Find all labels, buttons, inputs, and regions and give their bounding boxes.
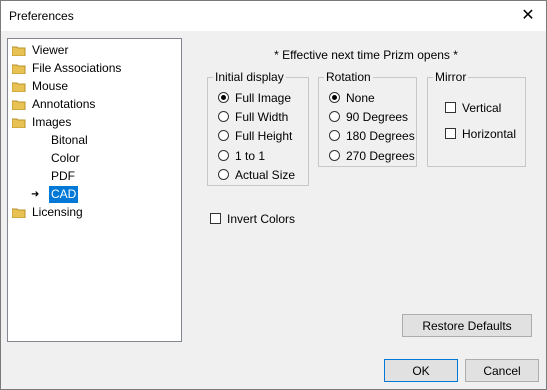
preferences-dialog: Preferences ✕ Viewer File Associations M… [0,0,547,390]
cancel-button[interactable]: Cancel [465,359,539,382]
folder-icon [12,46,26,56]
mirror-group: Mirror Vertical Horizontal [427,70,526,167]
folder-icon [12,208,26,218]
folder-icon [12,64,26,74]
title-bar: Preferences ✕ [1,1,546,31]
category-tree[interactable]: Viewer File Associations Mouse Annotatio… [7,38,182,342]
effective-note: * Effective next time Prizm opens * [274,48,458,62]
mirror-title: Mirror [433,70,469,84]
restore-defaults-button[interactable]: Restore Defaults [402,314,532,337]
folder-icon [12,82,26,92]
initial-display-title: Initial display [213,70,286,84]
rotation-title: Rotation [324,70,373,84]
window-title: Preferences [9,9,74,23]
ok-button[interactable]: OK [384,359,458,382]
arrow-right-icon: ➜ [31,189,40,200]
close-icon[interactable]: ✕ [518,6,538,26]
folder-icon [12,100,26,110]
initial-display-group: Initial display Full Image Full Width Fu… [207,70,309,186]
folder-icon [12,118,26,128]
rotation-group: Rotation None 90 Degrees 180 Degrees 270… [318,70,417,167]
